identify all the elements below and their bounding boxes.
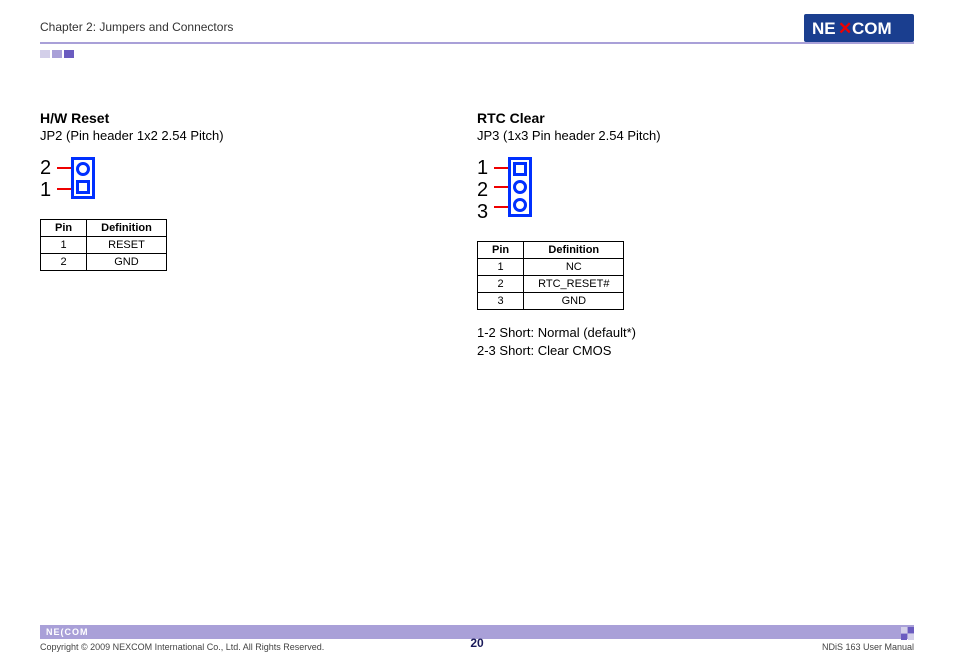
table-row: 1 NC [478,259,624,276]
table-row: 2 RTC_RESET# [478,276,624,293]
hw-reset-section: H/W Reset JP2 (Pin header 1x2 2.54 Pitch… [40,110,477,360]
chapter-title: Chapter 2: Jumpers and Connectors [40,20,914,34]
note-line: 1-2 Short: Normal (default*) [477,324,914,342]
manual-name: NDiS 163 User Manual [822,642,914,652]
pin-label: 2 [40,157,51,179]
jp2-table: Pin Definition 1 RESET 2 GND [40,219,167,271]
hw-reset-title: H/W Reset [40,110,477,126]
table-header: Definition [524,242,624,259]
page-footer: NE(COM Copyright © 2009 NEXCOM Internati… [40,625,914,652]
jp2-diagram: 2 1 [40,157,477,201]
rtc-clear-title: RTC Clear [477,110,914,126]
jp3-diagram: 1 2 3 [477,157,914,223]
svg-text:COM: COM [852,19,892,38]
table-header: Pin [478,242,524,259]
table-header: Pin [41,220,87,237]
rtc-clear-sub: JP3 (1x3 Pin header 2.54 Pitch) [477,128,914,143]
jp3-notes: 1-2 Short: Normal (default*) 2-3 Short: … [477,324,914,360]
rtc-clear-section: RTC Clear JP3 (1x3 Pin header 2.54 Pitch… [477,110,914,360]
jp3-table: Pin Definition 1 NC 2 RTC_RESET# 3 GND [477,241,624,310]
svg-text:✕: ✕ [838,19,852,38]
copyright-text: Copyright © 2009 NEXCOM International Co… [40,642,324,652]
svg-text:NE: NE [812,19,836,38]
table-row: 3 GND [478,293,624,310]
table-row: 1 RESET [41,237,167,254]
pin-label: 2 [477,179,488,201]
brand-logo: NE ✕ COM [804,14,914,42]
footer-brand: NE(COM [40,627,89,637]
pin-label: 3 [477,201,488,223]
table-row: 2 GND [41,254,167,271]
table-header: Definition [87,220,167,237]
pin-label: 1 [40,179,51,201]
decorative-blocks [40,50,74,58]
hw-reset-sub: JP2 (Pin header 1x2 2.54 Pitch) [40,128,477,143]
note-line: 2-3 Short: Clear CMOS [477,342,914,360]
header-divider [40,42,914,44]
page-number: 20 [470,636,483,650]
footer-decor [901,627,914,640]
pin-label: 1 [477,157,488,179]
